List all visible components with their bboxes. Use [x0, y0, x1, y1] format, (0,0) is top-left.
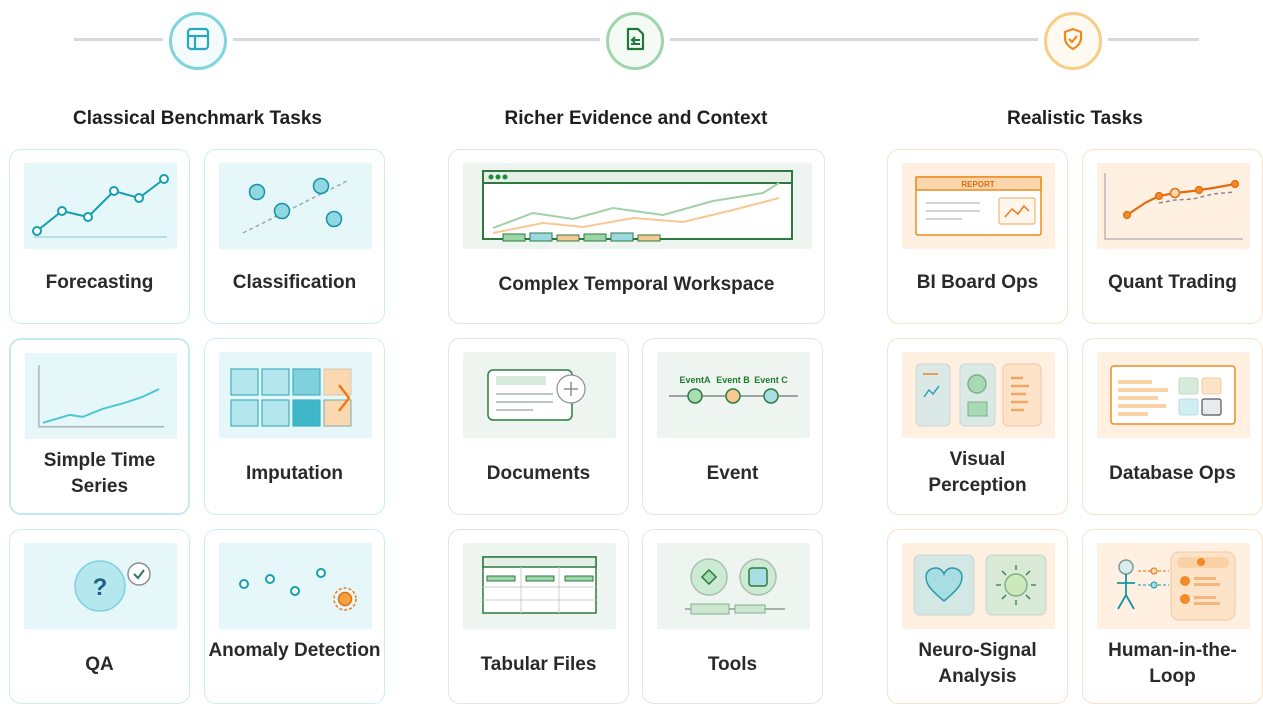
- card-forecasting[interactable]: Forecasting: [9, 149, 190, 324]
- documents-thumbnail: [463, 352, 616, 438]
- label-complex-temporal-workspace: Complex Temporal Workspace: [498, 274, 775, 295]
- label-neuro-signal-analysis: Neuro-Signal Analysis: [918, 640, 1037, 687]
- card-event[interactable]: EventA Event B Event C Event: [642, 338, 823, 515]
- card-tools[interactable]: Tools: [642, 529, 823, 704]
- card-database-ops[interactable]: Database Ops: [1082, 338, 1263, 515]
- card-qa[interactable]: ? QA: [9, 529, 190, 704]
- label-imputation: Imputation: [245, 463, 344, 484]
- card-imputation[interactable]: Imputation: [204, 338, 385, 515]
- anomaly-detection-thumbnail: [219, 543, 372, 629]
- neuro-signal-thumbnail: [902, 543, 1055, 629]
- heading-realistic: Realistic Tasks: [1007, 108, 1143, 129]
- card-documents[interactable]: Documents: [448, 338, 629, 515]
- event-thumbnail: EventA Event B Event C: [657, 352, 810, 438]
- stage-node-richer: [600, 6, 670, 76]
- document-icon: [622, 26, 648, 57]
- label-tools: Tools: [707, 654, 758, 675]
- label-simple-time-series: Simple Time Series: [43, 450, 156, 497]
- label-anomaly-detection: Anomaly Detection: [208, 640, 381, 661]
- card-complex-temporal-workspace[interactable]: Complex Temporal Workspace: [448, 149, 825, 324]
- bi-board-thumbnail: REPORT: [902, 163, 1055, 249]
- tabular-files-thumbnail: [463, 543, 616, 629]
- svg-text:?: ?: [93, 574, 108, 601]
- card-anomaly-detection[interactable]: Anomaly Detection: [204, 529, 385, 704]
- workspace-thumbnail: [463, 163, 812, 249]
- card-human-in-the-loop[interactable]: Human-in-the-Loop: [1082, 529, 1263, 704]
- card-visual-perception[interactable]: Visual Perception: [887, 338, 1068, 515]
- card-neuro-signal-analysis[interactable]: Neuro-Signal Analysis: [887, 529, 1068, 704]
- card-bi-board-ops[interactable]: REPORT BI Board Ops: [887, 149, 1068, 324]
- label-event: Event: [706, 463, 759, 484]
- classification-thumbnail: [219, 163, 372, 249]
- event-c-label: Event C: [754, 375, 788, 385]
- heading-richer: Richer Evidence and Context: [504, 108, 768, 129]
- visual-perception-thumbnail: [902, 352, 1055, 438]
- label-bi-board-ops: BI Board Ops: [916, 272, 1039, 293]
- label-human-in-the-loop: Human-in-the-Loop: [1108, 640, 1237, 687]
- imputation-thumbnail: [219, 352, 372, 438]
- label-classification: Classification: [232, 272, 357, 293]
- event-a-label: EventA: [679, 375, 711, 385]
- card-classification[interactable]: Classification: [204, 149, 385, 324]
- shield-check-icon: [1060, 26, 1086, 57]
- label-qa: QA: [85, 654, 114, 675]
- heading-classical: Classical Benchmark Tasks: [73, 108, 322, 129]
- label-visual-perception: Visual Perception: [928, 449, 1027, 496]
- report-label: REPORT: [961, 180, 994, 189]
- tools-thumbnail: [657, 543, 810, 629]
- database-ops-thumbnail: [1097, 352, 1250, 438]
- event-b-label: Event B: [716, 375, 750, 385]
- label-tabular-files: Tabular Files: [480, 654, 597, 675]
- qa-thumbnail: ?: [24, 543, 177, 629]
- human-in-the-loop-thumbnail: [1097, 543, 1250, 629]
- card-tabular-files[interactable]: Tabular Files: [448, 529, 629, 704]
- layout-icon: [185, 26, 211, 57]
- label-forecasting: Forecasting: [45, 272, 154, 293]
- label-documents: Documents: [486, 463, 591, 484]
- label-database-ops: Database Ops: [1109, 463, 1236, 484]
- stage-node-classical: [163, 6, 233, 76]
- forecasting-thumbnail: [24, 163, 177, 249]
- quant-trading-thumbnail: [1097, 163, 1250, 249]
- simple-time-series-thumbnail: [25, 353, 177, 439]
- stage-node-realistic: [1038, 6, 1108, 76]
- card-quant-trading[interactable]: Quant Trading: [1082, 149, 1263, 324]
- card-simple-time-series[interactable]: Simple Time Series: [9, 338, 190, 515]
- label-quant-trading: Quant Trading: [1108, 272, 1237, 293]
